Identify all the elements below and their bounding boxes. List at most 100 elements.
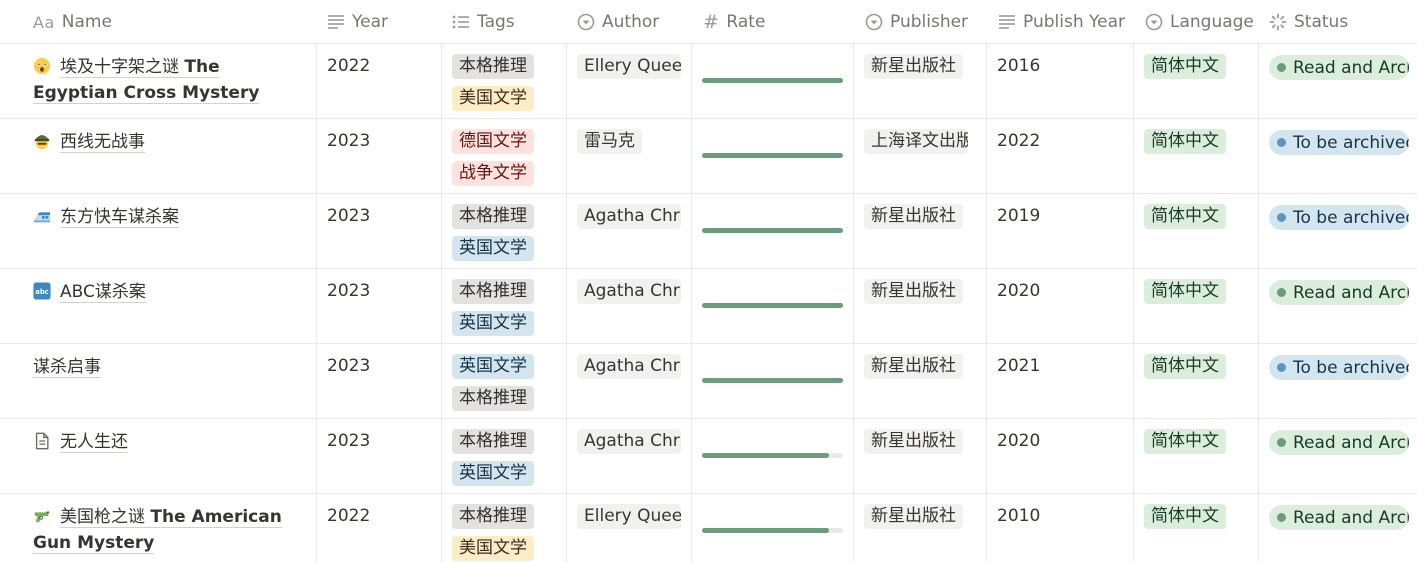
publisher-badge[interactable]: 新星出版社 (864, 54, 963, 79)
publisher-badge[interactable]: 新星出版社 (864, 354, 963, 379)
cell-tags[interactable]: 德国文学 战争文学 (442, 119, 567, 194)
cell-language[interactable]: 简体中文 (1134, 419, 1259, 494)
table-row[interactable]: 美国枪之谜 The American Gun Mystery 2022 本格推理 美国… (0, 494, 1417, 562)
page-title-link[interactable]: abc ABC谋杀案 (33, 279, 304, 305)
cell-publish-year[interactable]: 2010 (987, 494, 1134, 562)
cell-publish-year[interactable]: 2021 (987, 344, 1134, 419)
author-badge[interactable]: 雷马克 (577, 129, 642, 154)
status-badge[interactable]: Read and Archived (1269, 505, 1409, 530)
cell-tags[interactable]: 本格推理 英国文学 (442, 194, 567, 269)
column-header-language[interactable]: Language (1145, 0, 1255, 44)
publisher-badge[interactable]: 新星出版社 (864, 279, 963, 304)
cell-author[interactable]: Agatha Christie (567, 344, 692, 419)
cell-status[interactable]: To be archived (1259, 344, 1417, 419)
column-header-publisher[interactable]: Publisher (865, 0, 985, 44)
publisher-badge[interactable]: 新星出版社 (864, 429, 963, 454)
author-badge[interactable]: Ellery Queen (577, 54, 681, 79)
tag-badge[interactable]: 战争文学 (452, 161, 534, 186)
cell-publish-year[interactable]: 2020 (987, 419, 1134, 494)
author-badge[interactable]: Agatha Christie (577, 429, 681, 454)
author-badge[interactable]: Agatha Christie (577, 204, 681, 229)
cell-name[interactable]: 埃及十字架之谜 The Egyptian Cross Mystery (0, 44, 317, 119)
table-row[interactable]: 西线无战事2023德国文学战争文学雷马克上海译文出版社2022简体中文To be… (0, 119, 1417, 194)
publisher-badge[interactable]: 新星出版社 (864, 504, 963, 529)
author-badge[interactable]: Agatha Christie (577, 354, 681, 379)
column-header-year[interactable]: Year (327, 0, 437, 44)
cell-name[interactable]: abc ABC谋杀案 (0, 269, 317, 344)
publisher-badge[interactable]: 新星出版社 (864, 204, 963, 229)
military-helmet-icon[interactable] (33, 132, 51, 150)
tag-badge[interactable]: 本格推理 (452, 279, 534, 304)
cell-publisher[interactable]: 新星出版社 (854, 194, 987, 269)
page-title[interactable]: 美国枪之谜 The American Gun Mystery (33, 507, 282, 554)
cell-name[interactable]: 西线无战事 (0, 119, 317, 194)
cell-rate[interactable] (692, 494, 854, 562)
column-header-rate[interactable]: # Rate (703, 0, 851, 44)
cell-rate[interactable] (692, 119, 854, 194)
tag-badge[interactable]: 英国文学 (452, 461, 534, 486)
language-badge[interactable]: 简体中文 (1144, 204, 1226, 229)
cell-rate[interactable] (692, 44, 854, 119)
language-badge[interactable]: 简体中文 (1144, 279, 1226, 304)
cell-rate[interactable] (692, 269, 854, 344)
page-title-link[interactable]: 东方快车谋杀案 (33, 204, 304, 230)
cell-publisher[interactable]: 新星出版社 (854, 494, 987, 562)
tag-badge[interactable]: 本格推理 (452, 54, 534, 79)
cell-status[interactable]: To be archived (1259, 194, 1417, 269)
page-title[interactable]: 埃及十字架之谜 The Egyptian Cross Mystery (33, 57, 260, 104)
status-badge[interactable]: Read and Archived (1269, 280, 1409, 305)
language-badge[interactable]: 简体中文 (1144, 429, 1226, 454)
cell-tags[interactable]: 本格推理 英国文学 (442, 269, 567, 344)
cell-publish-year[interactable]: 2016 (987, 44, 1134, 119)
cell-name[interactable]: 谋杀启事 (0, 344, 317, 419)
cell-year[interactable]: 2023 (317, 344, 442, 419)
cell-year[interactable]: 2023 (317, 194, 442, 269)
cell-status[interactable]: To be archived (1259, 119, 1417, 194)
cell-author[interactable]: Agatha Christie (567, 269, 692, 344)
tag-badge[interactable]: 英国文学 (452, 236, 534, 261)
tag-badge[interactable]: 美国文学 (452, 86, 534, 111)
column-header-name[interactable]: Aa Name (33, 0, 313, 44)
tag-badge[interactable]: 英国文学 (452, 354, 534, 379)
cell-publisher[interactable]: 上海译文出版社 (854, 119, 987, 194)
cell-rate[interactable] (692, 419, 854, 494)
cell-publisher[interactable]: 新星出版社 (854, 269, 987, 344)
status-badge[interactable]: To be archived (1269, 355, 1409, 380)
tag-badge[interactable]: 本格推理 (452, 504, 534, 529)
cell-author[interactable]: Agatha Christie (567, 194, 692, 269)
page-title-link[interactable]: 埃及十字架之谜 The Egyptian Cross Mystery (33, 54, 304, 106)
page-title[interactable]: 无人生还 (60, 432, 128, 453)
tag-badge[interactable]: 本格推理 (452, 429, 534, 454)
cell-author[interactable]: 雷马克 (567, 119, 692, 194)
page-title[interactable]: ABC谋杀案 (60, 282, 146, 303)
column-header-publish-year[interactable]: Publish Year (998, 0, 1132, 44)
abc-icon[interactable]: abc (33, 282, 51, 300)
page-title-link[interactable]: 美国枪之谜 The American Gun Mystery (33, 504, 304, 556)
cell-publisher[interactable]: 新星出版社 (854, 344, 987, 419)
cell-rate[interactable] (692, 344, 854, 419)
cell-language[interactable]: 简体中文 (1134, 494, 1259, 562)
author-badge[interactable]: Agatha Christie (577, 279, 681, 304)
cell-year[interactable]: 2022 (317, 44, 442, 119)
status-badge[interactable]: To be archived (1269, 130, 1409, 155)
water-pistol-icon[interactable] (33, 507, 51, 525)
table-row[interactable]: abc ABC谋杀案 2023 本格推理英国文学 Agatha Christie 新星出版… (0, 269, 1417, 344)
cell-language[interactable]: 简体中文 (1134, 44, 1259, 119)
column-header-status[interactable]: Status (1269, 0, 1409, 44)
table-row[interactable]: 东方快车谋杀案 2023 本格推理英国文学 Agatha Christie 新星出版社 2… (0, 194, 1417, 269)
status-badge[interactable]: To be archived (1269, 205, 1409, 230)
cell-tags[interactable]: 英国文学 本格推理 (442, 344, 567, 419)
publisher-badge[interactable]: 上海译文出版社 (864, 129, 968, 154)
cell-status[interactable]: Read and Archived (1259, 494, 1417, 562)
cell-name[interactable]: 无人生还 (0, 419, 317, 494)
tag-badge[interactable]: 本格推理 (452, 386, 534, 411)
author-badge[interactable]: Ellery Queen (577, 504, 681, 529)
page-title-link[interactable]: 无人生还 (33, 429, 304, 455)
cell-status[interactable]: Read and Archived (1259, 419, 1417, 494)
tag-badge[interactable]: 英国文学 (452, 311, 534, 336)
tag-badge[interactable]: 德国文学 (452, 129, 534, 154)
cell-language[interactable]: 简体中文 (1134, 344, 1259, 419)
cell-author[interactable]: Ellery Queen (567, 44, 692, 119)
cell-tags[interactable]: 本格推理 英国文学 (442, 419, 567, 494)
table-row[interactable]: 埃及十字架之谜 The Egyptian Cross Mystery 2022 本格… (0, 44, 1417, 119)
